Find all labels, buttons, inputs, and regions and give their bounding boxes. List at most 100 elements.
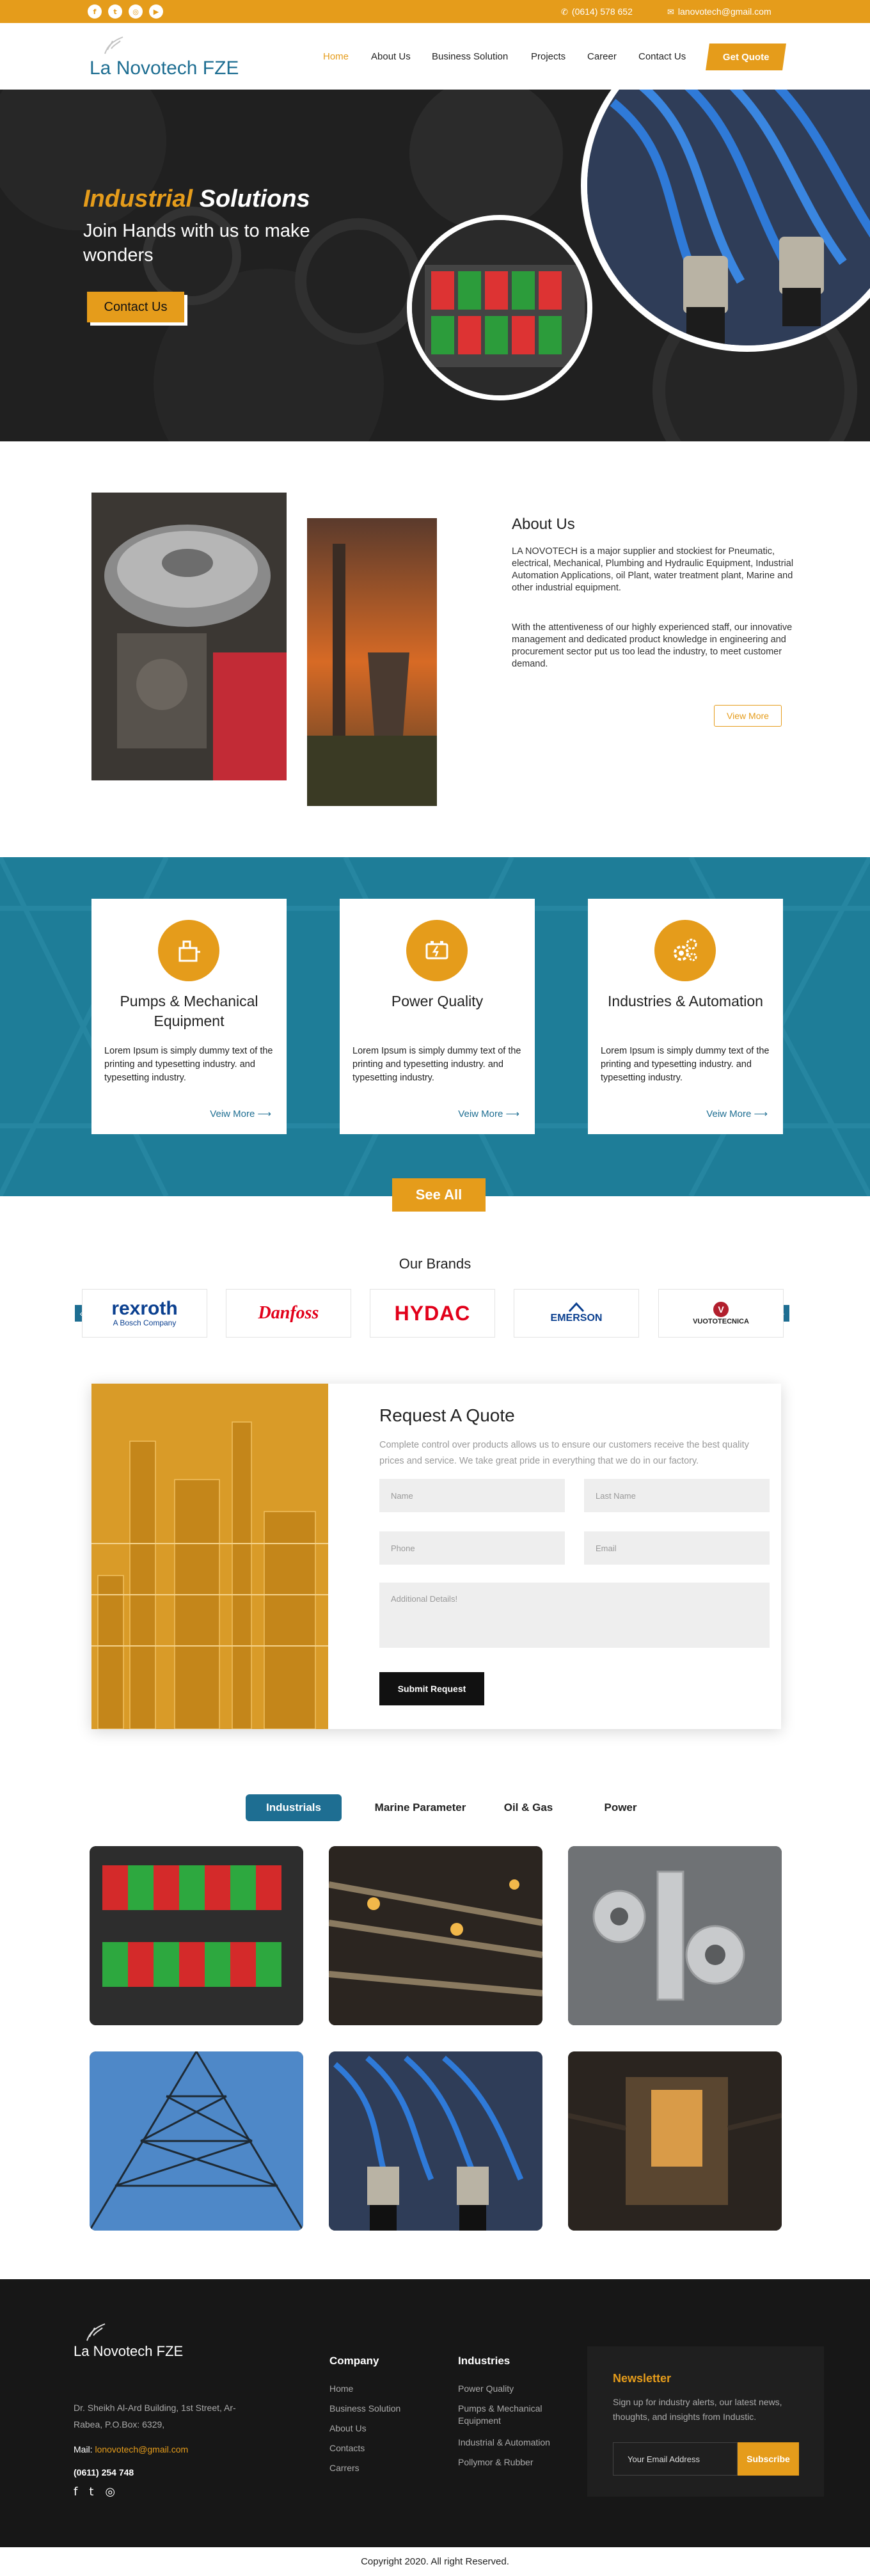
service-view-more-link[interactable]: Veiw More ⟶ [210,1108,271,1119]
tab-oil-gas[interactable]: Oil & Gas [493,1794,564,1821]
gallery-item[interactable] [568,2051,782,2231]
brand-logo-subtext: A Bosch Company [113,1318,177,1327]
footer-link-pollymor-rubber[interactable]: Pollymor & Rubber [458,2456,534,2469]
hero-title-main: Solutions [199,186,310,212]
hero-title: Industrial Solutions [83,186,310,213]
brands-title: Our Brands [399,1256,471,1272]
footer-logo-text[interactable]: La Novotech FZE [74,2343,183,2360]
name-input[interactable]: Name [379,1479,565,1512]
nav-contact-us[interactable]: Contact Us [638,51,686,62]
footer-link-home[interactable]: Home [329,2383,353,2395]
footer-link-about-us[interactable]: About Us [329,2422,367,2435]
gallery-panel-image [90,1846,303,2025]
top-phone[interactable]: ✆ (0614) 578 652 [561,6,633,17]
twitter-icon[interactable]: t [108,4,122,19]
service-view-more-link[interactable]: Veiw More ⟶ [706,1108,768,1119]
hero-contact-button[interactable]: Contact Us [87,292,184,322]
footer-link-power-quality[interactable]: Power Quality [458,2383,514,2395]
gallery-item[interactable] [568,1846,782,2025]
service-card-pumps[interactable]: Pumps & Mechanical Equipment Lorem Ipsum… [91,899,287,1134]
twitter-icon[interactable]: t [89,2485,93,2499]
service-text: Lorem Ipsum is simply dummy text of the … [104,1046,273,1083]
svg-text:V: V [718,1304,724,1315]
get-quote-label: Get Quote [722,51,770,63]
hero-title-accent: Industrial [83,186,193,212]
tab-marine-parameter[interactable]: Marine Parameter [366,1794,475,1821]
nav-business-solution[interactable]: Business Solution [432,51,508,62]
youtube-icon[interactable]: ▶ [149,4,163,19]
footer-link-carrers[interactable]: Carrers [329,2462,360,2474]
facebook-icon[interactable]: f [74,2485,77,2499]
facebook-icon[interactable]: f [88,4,102,19]
site-header: La Novotech FZE Home About Us Business S… [0,23,870,90]
service-card-power-quality[interactable]: Power Quality Lorem Ipsum is simply dumm… [340,899,535,1134]
services-section: Pumps & Mechanical Equipment Lorem Ipsum… [0,857,870,1196]
about-engine-image [91,493,287,780]
site-footer: La Novotech FZE Dr. Sheikh Al-Ard Buildi… [0,2279,870,2547]
footer-mail-link[interactable]: lonovotech@gmail.com [95,2444,188,2454]
footer-link-pumps[interactable]: Pumps & Mechanical Equipment [458,2403,560,2427]
newsletter-subscribe-button[interactable]: Subscribe [738,2442,799,2476]
footer-link-industrial-automation[interactable]: Industrial & Automation [458,2437,550,2449]
footer-link-contacts[interactable]: Contacts [329,2442,365,2454]
gallery-cables-image [329,2051,542,2231]
instagram-icon[interactable]: ◎ [129,4,143,19]
nav-about-us[interactable]: About Us [371,51,411,62]
footer-company-title: Company [329,2355,379,2367]
request-quote-section: Request A Quote Complete control over pr… [91,1384,781,1729]
gallery-tower-image [90,2051,303,2231]
brand-danfoss[interactable]: Danfoss [226,1289,351,1338]
service-card-automation[interactable]: Industries & Automation Lorem Ipsum is s… [588,899,783,1134]
nav-career[interactable]: Career [587,51,617,62]
phone-icon: ✆ [561,8,568,17]
newsletter-box: Newsletter Sign up for industry alerts, … [587,2346,824,2497]
logo-leaf-icon [104,36,123,54]
brand-vuototecnica[interactable]: V VUOTOTECNICA [658,1289,784,1338]
top-social-links: f t ◎ ▶ [88,4,163,19]
hero-panel-image [407,215,592,400]
last-name-input[interactable]: Last Name [584,1479,770,1512]
about-paragraph-1: LA NOVOTECH is a major supplier and stoc… [512,546,794,593]
service-title: Power Quality [391,993,484,1009]
service-view-more-link[interactable]: Veiw More ⟶ [458,1108,519,1119]
nav-projects[interactable]: Projects [531,51,566,62]
top-phone-text: (0614) 578 652 [571,6,633,17]
brand-emerson[interactable]: EMERSON [514,1289,639,1338]
gallery-item[interactable] [90,1846,303,2025]
top-bar: f t ◎ ▶ ✆ (0614) 578 652 ✉ lanovotech@gmai… [0,0,870,23]
gallery-item[interactable] [329,1846,542,2025]
nav-home[interactable]: Home [323,51,349,62]
brand-logo-text: rexroth [111,1298,178,1319]
newsletter-title: Newsletter [613,2372,672,2385]
mail-icon: ✉ [667,8,674,17]
get-quote-button[interactable]: Get Quote [706,43,786,70]
copyright-text: Copyright 2020. All right Reserved. [0,2547,870,2576]
about-view-more-button[interactable]: View More [714,705,782,727]
brand-rexroth[interactable]: rexroth A Bosch Company [82,1289,207,1338]
service-title: Industries & Automation [608,993,763,1009]
see-all-button[interactable]: See All [392,1178,486,1212]
submit-request-button[interactable]: Submit Request [379,1672,484,1705]
phone-input[interactable]: Phone [379,1531,565,1565]
gallery-item[interactable] [329,2051,542,2231]
footer-mail-label: Mail: [74,2444,93,2454]
footer-mail: Mail: lonovotech@gmail.com [74,2444,188,2454]
quote-title: Request A Quote [379,1405,515,1425]
about-power-plant-image [307,518,437,806]
instagram-icon[interactable]: ◎ [105,2485,115,2499]
footer-industries-title: Industries [458,2355,510,2367]
tab-power[interactable]: Power [582,1794,659,1821]
gallery-item[interactable] [90,2051,303,2231]
hero-subtitle: Join Hands with us to make wonders [83,221,310,265]
email-input[interactable]: Email [584,1531,770,1565]
details-textarea[interactable]: Additional Details! [379,1583,770,1648]
top-email[interactable]: ✉ lanovotech@gmail.com [667,6,771,17]
brand-hydac[interactable]: HYDAC [370,1289,495,1338]
hero-section: Industrial Solutions Join Hands with us … [0,90,870,441]
footer-link-business-solution[interactable]: Business Solution [329,2403,400,2415]
tab-industrials[interactable]: Industrials [246,1794,342,1821]
service-text: Lorem Ipsum is simply dummy text of the … [352,1046,521,1083]
pump-icon [158,920,219,981]
brand-logo-text: Danfoss [258,1303,319,1323]
newsletter-email-input[interactable]: Your Email Address [613,2442,738,2476]
